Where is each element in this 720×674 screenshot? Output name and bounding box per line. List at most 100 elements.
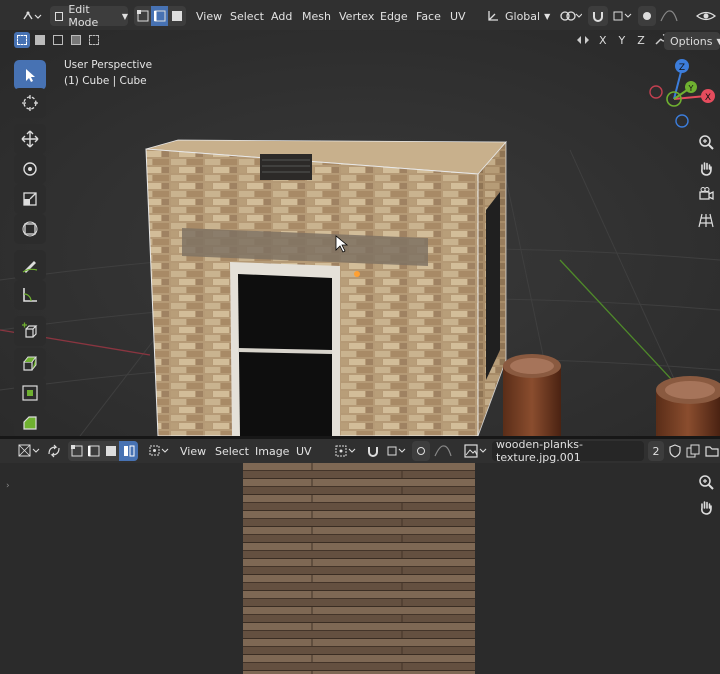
chevron-down-icon: ▼ [121,11,128,21]
perspective-label: User Perspective [64,59,153,71]
scene-canvas[interactable]: Z X Y [0,30,720,436]
uv-snap-toggle[interactable] [364,441,382,461]
vertex-select-button[interactable] [134,6,151,26]
select-box-tool[interactable] [14,60,46,90]
axis-y-toggle[interactable]: Y [615,33,630,48]
inset-tool[interactable] [14,378,46,408]
ruler-angle-icon [23,288,37,302]
folder-icon [705,446,719,457]
select-extend-button[interactable] [32,32,48,48]
selection-mode-row [14,32,102,50]
island-select-icon [123,445,134,457]
bevel-icon [23,416,37,430]
uv-menu-image[interactable]: Image [255,441,289,461]
new-image-button[interactable] [685,441,701,461]
pivot-point-dropdown[interactable] [558,6,584,26]
image-browse-dropdown[interactable] [462,441,490,461]
axis-x-toggle[interactable]: X [595,33,611,48]
select-intersect-button[interactable] [86,32,102,48]
move-tool[interactable] [14,124,46,154]
extrude-icon [23,356,38,371]
edge-select-icon [87,445,99,457]
menu-edge[interactable]: Edge [380,6,408,26]
uv-editor-type-dropdown[interactable] [16,441,42,461]
perspective-toggle-button[interactable] [695,209,717,231]
menu-view[interactable]: View [196,6,222,26]
uv-menu-select[interactable]: Select [215,441,249,461]
menu-face[interactable]: Face [416,6,441,26]
select-subtract-button[interactable] [50,32,66,48]
selected-vertex[interactable] [354,271,360,277]
uv-falloff-dropdown[interactable] [432,441,454,461]
editor-type-dropdown[interactable] [18,6,44,26]
mode-dropdown[interactable]: Edit Mode ▼ [50,3,128,29]
proportional-edit-toggle[interactable] [638,6,656,26]
menu-mesh[interactable]: Mesh [302,6,331,26]
vertex-select-icon [70,445,82,457]
uv-face-select-button[interactable] [102,441,119,461]
face-select-button[interactable] [168,6,186,26]
snap-target-dropdown[interactable] [610,6,634,26]
bevel-tool[interactable] [14,408,46,436]
3d-viewport[interactable]: Z X Y X Y Z Options ▼ User Perspective (… [0,30,720,436]
face-select-icon [172,11,182,21]
sync-selection-toggle[interactable] [44,441,64,461]
add-cube-icon [22,322,38,338]
fake-user-button[interactable] [667,441,683,461]
menu-uv[interactable]: UV [450,6,466,26]
uv-edge-select-button[interactable] [85,441,102,461]
annotate-tool[interactable] [14,250,46,280]
rotate-tool[interactable] [14,154,46,184]
gizmo-x-label: X [705,93,711,103]
pan-button[interactable] [695,157,717,179]
orientation-label: Global [505,9,541,23]
cursor-tool[interactable] [14,88,46,118]
image-editor-canvas[interactable]: › [0,463,720,674]
camera-view-button[interactable] [695,183,717,205]
viewport-header: Edit Mode ▼ View Select Add Mesh Vertex … [0,0,720,30]
image-name-field[interactable]: wooden-planks-texture.jpg.001 [492,438,644,464]
uv-zoom-button[interactable] [695,471,717,493]
proportional-edit-icon [643,12,651,20]
zoom-button[interactable] [695,131,717,153]
transform-tool[interactable] [14,214,46,244]
open-image-button[interactable] [704,441,720,461]
menu-vertex[interactable]: Vertex [339,6,374,26]
magnet-icon [593,12,603,22]
select-invert-button[interactable] [68,32,84,48]
uv-editor-icon [18,444,40,457]
menu-select[interactable]: Select [230,6,264,26]
overlay-visibility-button[interactable] [694,6,718,26]
wooden-post-left[interactable] [503,354,561,436]
uv-menu-uv[interactable]: UV [296,441,312,461]
scale-tool[interactable] [14,184,46,214]
options-dropdown[interactable]: Options ▼ [664,32,720,50]
side-window [486,192,500,380]
uv-pan-button[interactable] [695,496,717,518]
rotate-icon [23,162,37,176]
menu-add[interactable]: Add [271,6,292,26]
uv-vertex-select-button[interactable] [68,441,85,461]
select-new-button[interactable] [14,32,30,48]
sticky-selection-dropdown[interactable] [146,441,172,461]
edge-select-button[interactable] [151,6,168,26]
add-cube-tool[interactable] [14,316,46,346]
uv-pivot-dropdown[interactable] [332,441,358,461]
falloff-dropdown[interactable] [658,6,680,26]
extrude-tool[interactable] [14,348,46,378]
uv-snap-target-dropdown[interactable] [384,441,408,461]
eye-icon [696,11,716,21]
uv-menu-view[interactable]: View [180,441,206,461]
zoom-icon [699,475,714,490]
user-count-button[interactable]: 2 [648,441,664,461]
falloff-curve-icon [660,10,678,22]
wooden-post-right[interactable] [656,376,720,436]
measure-tool[interactable] [14,280,46,310]
axis-z-toggle[interactable]: Z [633,33,649,48]
snap-toggle[interactable] [588,6,608,26]
uv-island-select-button[interactable] [119,441,138,461]
transform-orientation-dropdown[interactable]: Global ▼ [486,6,552,26]
shield-icon [669,444,681,458]
uv-proportional-edit-toggle[interactable] [412,441,430,461]
mirror-icon [577,36,589,44]
